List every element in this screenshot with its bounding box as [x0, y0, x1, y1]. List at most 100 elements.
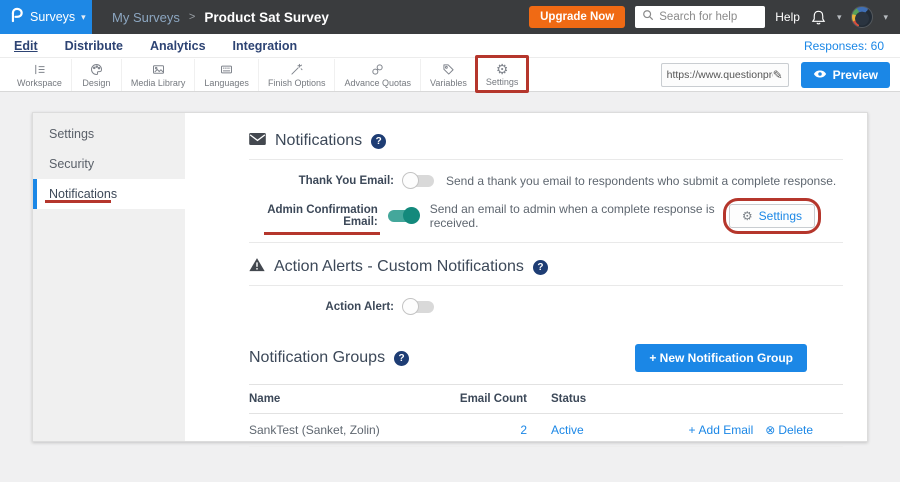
action-alerts-title: Action Alerts - Custom Notifications	[274, 258, 524, 276]
chevron-down-icon: ▾	[81, 13, 86, 22]
survey-title: Product Sat Survey	[204, 10, 329, 25]
variables-icon	[441, 62, 456, 77]
toolbar-right: ✎ Preview	[661, 62, 900, 88]
notifications-bell-icon[interactable]	[810, 9, 827, 26]
plus-icon: +	[689, 423, 696, 437]
divider	[249, 242, 843, 243]
help-icon-notification-groups[interactable]: ?	[394, 351, 409, 366]
action-alerts-section-header: Action Alerts - Custom Notifications ?	[249, 255, 843, 279]
survey-url-input[interactable]	[667, 69, 773, 81]
group-status-link[interactable]: Active	[527, 414, 647, 446]
top-bar: Surveys ▾ My Surveys > Product Sat Surve…	[0, 0, 900, 34]
red-annotation-underline-admin-email	[264, 232, 380, 235]
notifications-title: Notifications	[275, 132, 362, 150]
tab-distribute[interactable]: Distribute	[65, 39, 123, 53]
header-actions	[647, 391, 843, 407]
search-icon	[642, 8, 654, 26]
sidebar-item-security[interactable]: Security	[33, 149, 185, 179]
group-email-count-link[interactable]: 2	[447, 414, 527, 446]
gear-icon: ⚙	[496, 62, 509, 76]
advance-quotas-icon	[370, 62, 385, 77]
envelope-icon	[249, 132, 266, 150]
preview-button[interactable]: Preview	[801, 62, 890, 88]
languages-icon	[219, 62, 234, 77]
thank-you-email-toggle[interactable]	[404, 175, 434, 187]
tab-integration[interactable]: Integration	[233, 39, 298, 53]
toolbar-item-languages[interactable]: Languages	[195, 59, 259, 91]
divider	[249, 159, 843, 160]
finish-options-icon	[289, 62, 304, 77]
toolbar-item-variables[interactable]: Variables	[421, 59, 477, 91]
breadcrumb-separator: >	[189, 11, 195, 23]
warning-triangle-icon	[249, 257, 265, 277]
tab-edit[interactable]: Edit	[14, 39, 38, 53]
header-email-count: Email Count	[447, 385, 527, 413]
upgrade-now-button[interactable]: Upgrade Now	[529, 6, 625, 28]
group-name: SankTest (Sanket, Zolin)	[249, 414, 447, 446]
thank-you-email-description: Send a thank you email to respondents wh…	[446, 174, 836, 188]
search-input[interactable]	[659, 11, 758, 23]
admin-confirmation-email-row: Admin Confirmation Email: Send an email …	[249, 202, 843, 230]
notification-groups-header: Notification Groups ? + New Notification…	[249, 344, 843, 372]
red-annotation-underline-notifications	[45, 200, 111, 203]
toolbar-item-advance-quotas[interactable]: Advance Quotas	[335, 59, 421, 91]
breadcrumb-my-surveys[interactable]: My Surveys	[112, 10, 180, 25]
notification-groups-table: Name Email Count Status SankTest (Sanket…	[249, 384, 843, 447]
notification-groups-title: Notification Groups	[249, 349, 385, 367]
divider	[249, 285, 843, 286]
action-alert-toggle[interactable]	[404, 301, 434, 313]
responses-count[interactable]: Responses: 60	[804, 39, 884, 53]
group-actions: + Add Email ⊗ Delete	[647, 414, 843, 446]
eye-icon	[813, 68, 827, 82]
toolbar-item-finish-options[interactable]: Finish Options	[259, 59, 336, 91]
thank-you-email-label: Thank You Email:	[249, 175, 394, 187]
tab-analytics[interactable]: Analytics	[150, 39, 206, 53]
header-status: Status	[527, 385, 647, 413]
help-link[interactable]: Help	[775, 10, 800, 24]
page-body: Settings Security Notifications N	[0, 92, 900, 442]
help-icon-notifications[interactable]: ?	[371, 134, 386, 149]
add-email-link[interactable]: + Add Email	[689, 423, 754, 437]
survey-nav-tabs: Edit Distribute Analytics Integration Re…	[0, 34, 900, 58]
admin-confirmation-email-toggle[interactable]	[388, 210, 418, 222]
new-notification-group-button[interactable]: + New Notification Group	[635, 344, 807, 372]
bell-caret-icon[interactable]: ▾	[837, 13, 842, 22]
settings-card: Settings Security Notifications N	[32, 112, 868, 442]
sidebar-item-notifications[interactable]: Notifications	[33, 179, 185, 209]
admin-confirmation-email-label: Admin Confirmation Email:	[249, 204, 378, 228]
gear-icon: ⚙	[742, 210, 753, 222]
admin-confirmation-email-description: Send an email to admin when a complete r…	[430, 202, 729, 230]
sidebar-item-settings[interactable]: Settings	[33, 119, 185, 149]
surveys-product-menu[interactable]: Surveys ▾	[0, 0, 92, 34]
settings-sidebar: Settings Security Notifications	[33, 113, 185, 441]
table-row: SankTest (Sanket, Zolin) 2 Active + Add …	[249, 414, 843, 447]
toolbar-item-workspace[interactable]: Workspace	[8, 59, 72, 91]
header-name: Name	[249, 385, 447, 413]
delete-link[interactable]: ⊗ Delete	[765, 423, 813, 437]
admin-email-settings-wrap: ⚙ Settings	[729, 204, 815, 228]
admin-email-settings-button[interactable]: ⚙ Settings	[729, 204, 815, 228]
toolbar-item-settings[interactable]: ⚙ Settings	[477, 59, 529, 91]
questionpro-logo-icon	[9, 6, 24, 28]
user-avatar[interactable]	[851, 6, 873, 28]
notifications-section-header: Notifications ?	[249, 129, 843, 153]
help-search[interactable]	[635, 6, 765, 28]
avatar-caret-icon[interactable]: ▾	[883, 13, 888, 22]
questionpro-app: Surveys ▾ My Surveys > Product Sat Surve…	[0, 0, 900, 482]
help-icon-action-alerts[interactable]: ?	[533, 260, 548, 275]
edit-url-pencil-icon[interactable]: ✎	[773, 68, 783, 82]
topbar-actions: Upgrade Now Help ▾ ▾	[529, 6, 900, 28]
notifications-content: Notifications ? Thank You Email: Send a …	[185, 113, 867, 441]
toggle-knob	[402, 172, 419, 189]
action-alert-label: Action Alert:	[249, 301, 394, 313]
survey-url-field[interactable]: ✎	[661, 63, 789, 87]
thank-you-email-row: Thank You Email: Send a thank you email …	[249, 168, 843, 194]
toolbar-item-media-library[interactable]: Media Library	[122, 59, 196, 91]
edit-toolbar: Workspace Design Media Library	[0, 58, 900, 92]
toggle-knob	[403, 207, 420, 224]
breadcrumb: My Surveys > Product Sat Survey	[112, 10, 329, 25]
toolbar-item-design[interactable]: Design	[72, 59, 122, 91]
action-alert-row: Action Alert:	[249, 294, 843, 320]
media-library-icon	[151, 62, 166, 77]
toggle-knob	[402, 298, 419, 315]
